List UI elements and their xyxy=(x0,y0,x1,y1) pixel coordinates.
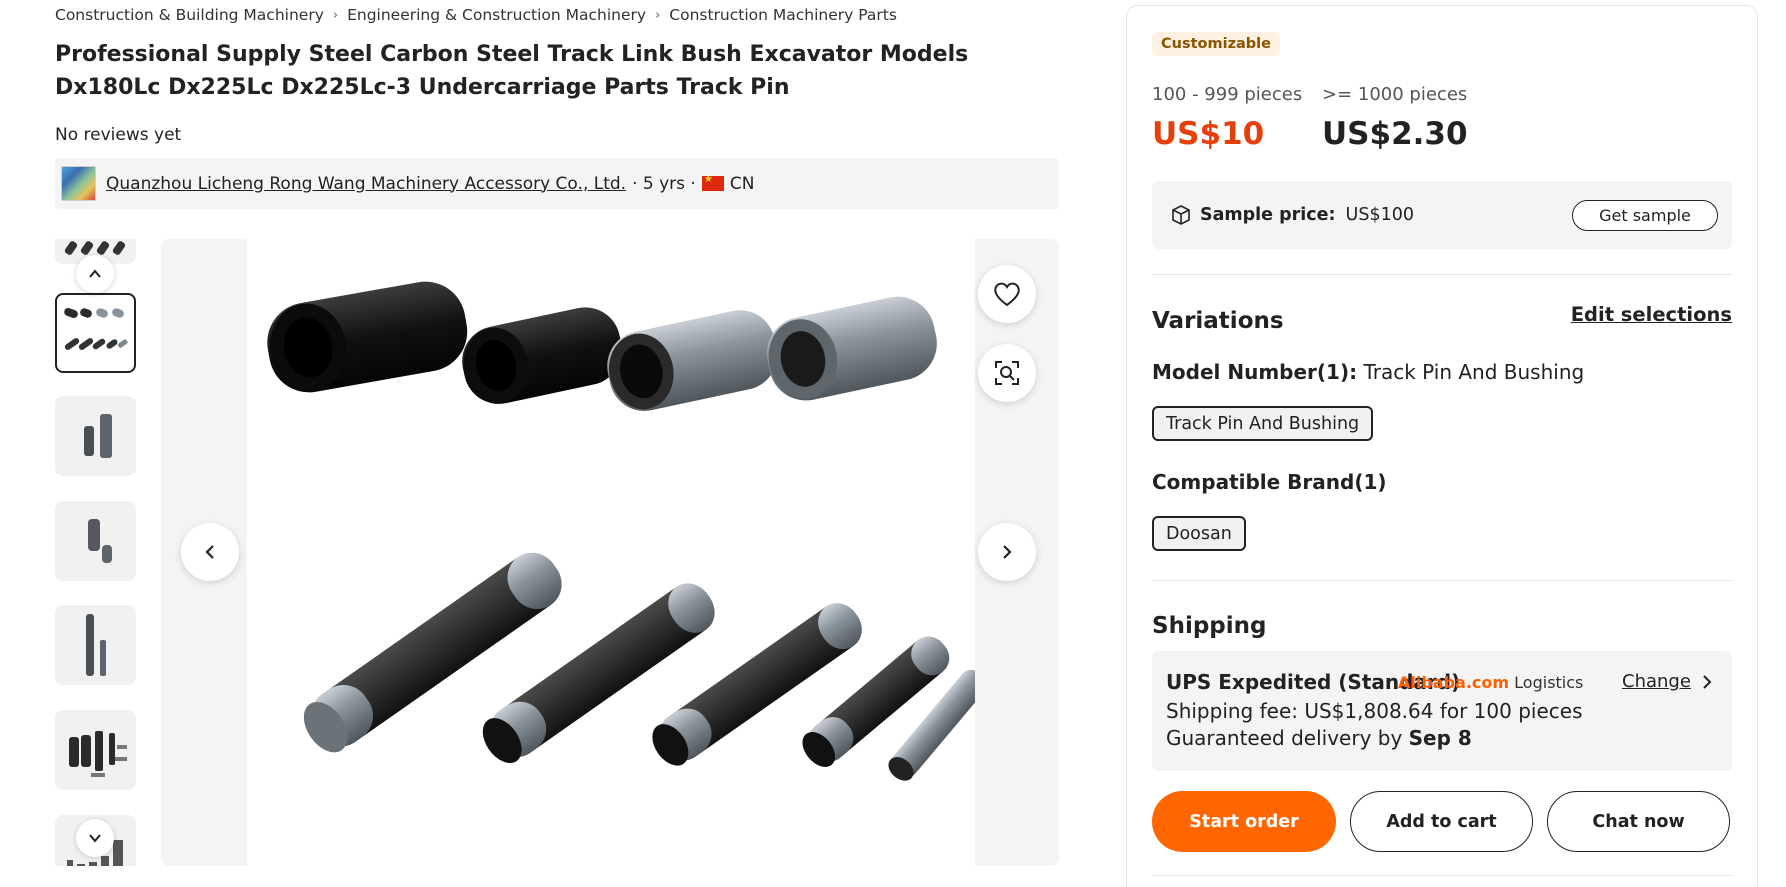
variations-title: Variations xyxy=(1152,308,1284,334)
parts-set-image-icon xyxy=(68,731,127,777)
divider xyxy=(1152,274,1732,275)
next-image-button[interactable] xyxy=(978,523,1036,581)
compatible-brand-attribute: Compatible Brand(1) xyxy=(1152,470,1387,494)
chat-now-button[interactable]: Chat now xyxy=(1547,791,1730,852)
chevron-left-icon xyxy=(205,545,214,559)
thumbnail-active[interactable] xyxy=(55,293,136,373)
model-number-label: Model Number(1): xyxy=(1152,360,1358,384)
breadcrumb: Construction & Building Machinery › Engi… xyxy=(55,6,897,24)
delivery-prefix: Guaranteed delivery by xyxy=(1166,726,1403,750)
track-pins-and-bushings-image xyxy=(267,281,987,781)
main-image-gallery xyxy=(161,239,1059,866)
price-tier-value: US$10 xyxy=(1152,116,1265,152)
customizable-badge: Customizable xyxy=(1152,32,1280,56)
model-number-value: Track Pin And Bushing xyxy=(1363,360,1585,384)
purchase-panel: Customizable 100 - 999 pieces US$10 >= 1… xyxy=(1126,5,1758,887)
get-sample-button[interactable]: Get sample xyxy=(1572,200,1718,231)
breadcrumb-item[interactable]: Construction Machinery Parts xyxy=(669,6,897,24)
sample-price-value: US$100 xyxy=(1345,205,1414,225)
thumbnail[interactable] xyxy=(55,396,136,476)
delivery-date: Sep 8 xyxy=(1408,726,1472,750)
logistics-brand: Alibaba.com xyxy=(1398,673,1510,692)
price-tier-value: US$2.30 xyxy=(1322,116,1468,152)
package-icon xyxy=(1172,205,1190,225)
thumbnail[interactable] xyxy=(55,605,136,685)
change-label: Change xyxy=(1622,671,1691,692)
pin-image-icon xyxy=(85,614,106,676)
shipping-box: UPS Expedited (Standard) Alibaba.com Log… xyxy=(1152,651,1732,771)
logistics-provider: Alibaba.com Logistics xyxy=(1398,673,1583,692)
divider xyxy=(1152,875,1732,876)
logistics-text: Logistics xyxy=(1514,673,1584,692)
thumbnail[interactable] xyxy=(55,710,136,790)
reviews-status: No reviews yet xyxy=(55,125,182,145)
chevron-right-icon xyxy=(1003,545,1012,559)
heart-icon xyxy=(994,282,1020,307)
thumbnail-scroll-up-button[interactable] xyxy=(76,255,114,293)
price-tier-range: 100 - 999 pieces xyxy=(1152,84,1303,105)
sample-price-label: Sample price: xyxy=(1200,205,1336,225)
supplier-country: CN xyxy=(729,173,755,194)
start-order-button[interactable]: Start order xyxy=(1152,791,1336,852)
breadcrumb-item[interactable]: Construction & Building Machinery xyxy=(55,6,324,24)
thumbnail-scroll-down-button[interactable] xyxy=(76,819,114,857)
price-tier-range: >= 1000 pieces xyxy=(1322,84,1468,105)
china-flag-icon xyxy=(701,174,724,191)
supplier-bar: Quanzhou Licheng Rong Wang Machinery Acc… xyxy=(55,158,1059,209)
chevron-right-icon: › xyxy=(332,7,339,23)
thumbnail-list xyxy=(55,239,136,866)
model-option-chip[interactable]: Track Pin And Bushing xyxy=(1152,406,1374,441)
sample-price-box: Sample price: US$100 Get sample xyxy=(1152,181,1732,249)
pin-image-icon xyxy=(63,307,127,350)
shipping-fee: Shipping fee: US$1,808.64 for 100 pieces xyxy=(1166,699,1583,723)
chevron-right-icon: › xyxy=(655,7,661,23)
model-number-attribute: Model Number(1): Track Pin And Bushing xyxy=(1152,360,1584,384)
shipping-title: Shipping xyxy=(1152,613,1267,639)
thumbnail[interactable] xyxy=(55,501,136,581)
chevron-right-icon xyxy=(1703,674,1712,689)
brand-option-chip[interactable]: Doosan xyxy=(1152,516,1246,551)
edit-selections-link[interactable]: Edit selections xyxy=(1571,303,1732,326)
breadcrumb-item[interactable]: Engineering & Construction Machinery xyxy=(347,6,646,24)
product-title: Professional Supply Steel Carbon Steel T… xyxy=(55,42,969,100)
supplier-years: · 5 yrs · xyxy=(632,173,696,194)
supplier-link[interactable]: Quanzhou Licheng Rong Wang Machinery Acc… xyxy=(106,174,626,194)
favorite-button[interactable] xyxy=(978,265,1036,323)
image-search-button[interactable] xyxy=(978,344,1036,402)
delivery-guarantee: Guaranteed delivery by Sep 8 xyxy=(1166,726,1472,750)
change-shipping-link[interactable]: Change xyxy=(1622,671,1715,692)
previous-image-button[interactable] xyxy=(181,523,239,581)
bushing-image-icon xyxy=(83,414,112,458)
chevron-up-icon xyxy=(89,269,101,278)
image-search-icon xyxy=(995,361,1019,385)
bushing-image-icon xyxy=(87,519,112,563)
supplier-logo xyxy=(61,166,96,201)
divider xyxy=(1152,580,1732,581)
compatible-brand-label: Compatible Brand(1) xyxy=(1152,470,1387,494)
product-image xyxy=(247,239,987,866)
chevron-down-icon xyxy=(89,834,101,843)
add-to-cart-button[interactable]: Add to cart xyxy=(1350,791,1533,852)
